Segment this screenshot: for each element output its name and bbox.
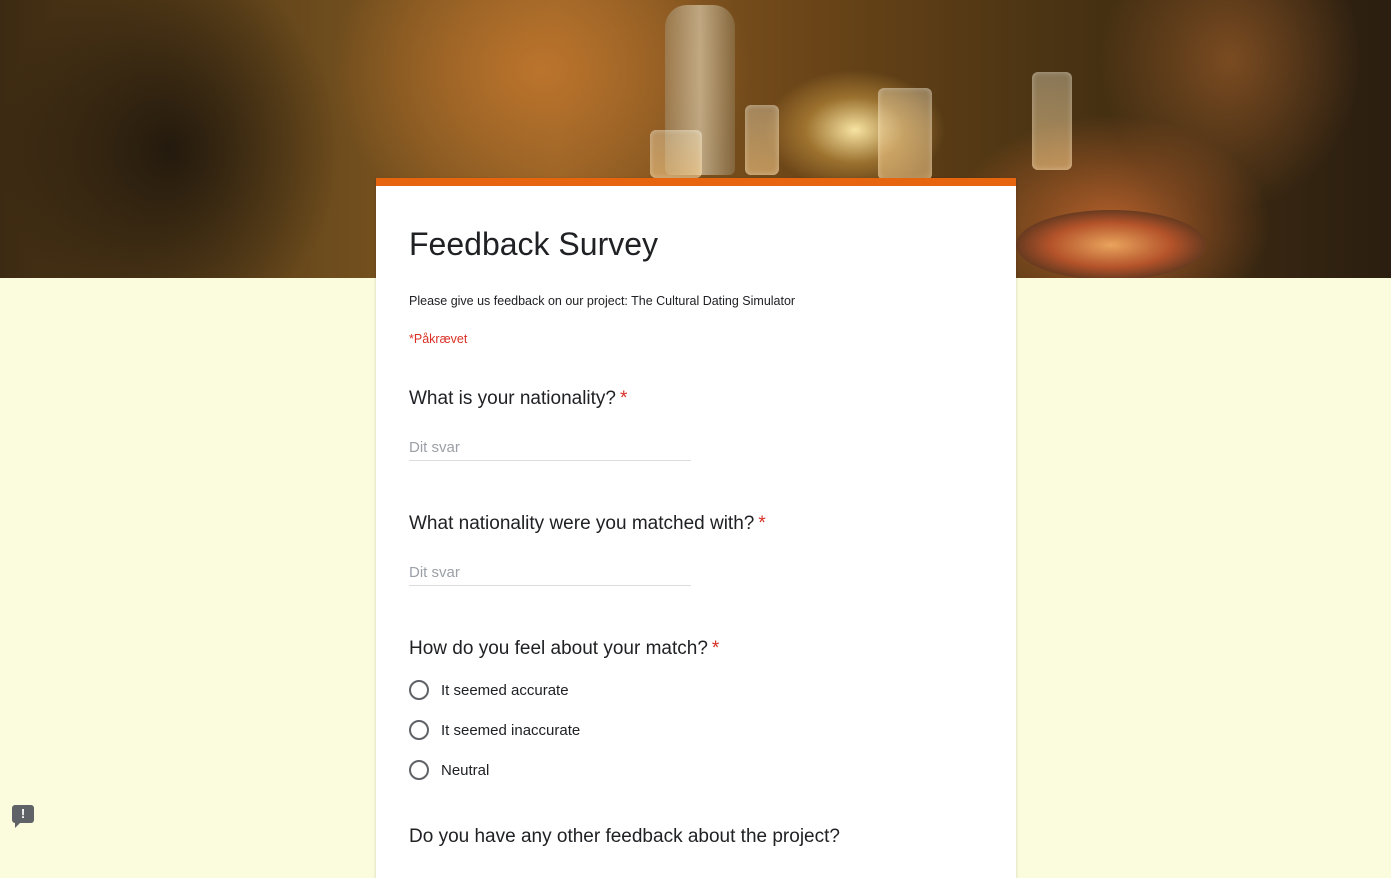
question-other-feedback-title: Do you have any other feedback about the… [409, 826, 840, 848]
matched-nationality-input[interactable] [409, 559, 691, 586]
radio-button[interactable] [409, 760, 429, 780]
radio-button[interactable] [409, 720, 429, 740]
glass-shape [745, 105, 779, 175]
question-matched-nationality-title: What nationality were you matched with? * [409, 513, 766, 535]
option-label: It seemed inaccurate [441, 721, 581, 739]
required-asterisk: * [620, 388, 628, 409]
option-label: It seemed accurate [441, 681, 569, 699]
form-card: Feedback Survey Please give us feedback … [376, 178, 1016, 878]
plate-shape [1016, 210, 1206, 278]
glass-shape [878, 88, 932, 180]
option-accurate[interactable]: It seemed accurate [409, 679, 569, 701]
question-feel-about-match-title: How do you feel about your match? * [409, 638, 719, 660]
form-description: Please give us feedback on our project: … [409, 294, 796, 308]
glass-shape [1032, 72, 1072, 170]
nationality-input[interactable] [409, 434, 691, 461]
question-label: How do you feel about your match? [409, 638, 708, 659]
required-asterisk: * [758, 513, 766, 534]
required-asterisk: * [711, 638, 720, 659]
question-label: What is your nationality? [409, 388, 616, 409]
option-neutral[interactable]: Neutral [409, 759, 489, 781]
required-note: *Påkrævet [409, 332, 468, 346]
glass-shape [650, 130, 702, 178]
question-label: What nationality were you matched with? [409, 513, 755, 534]
report-icon[interactable]: ! [12, 805, 34, 828]
radio-button[interactable] [409, 680, 429, 700]
option-label: Neutral [441, 761, 490, 779]
question-nationality-title: What is your nationality? * [409, 388, 627, 410]
form-title: Feedback Survey [409, 226, 659, 262]
option-inaccurate[interactable]: It seemed inaccurate [409, 719, 580, 741]
question-label: Do you have any other feedback about the… [409, 826, 840, 847]
